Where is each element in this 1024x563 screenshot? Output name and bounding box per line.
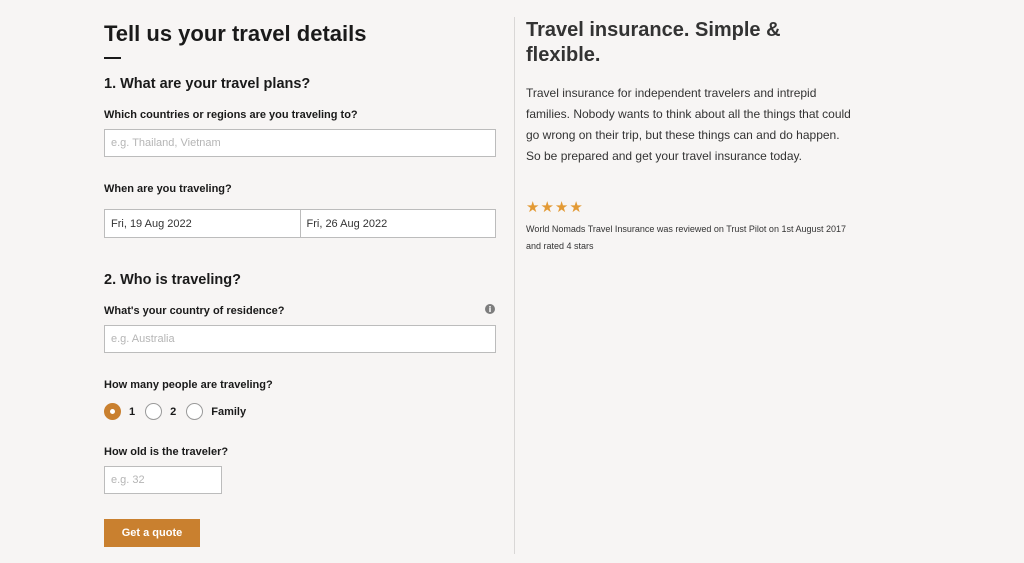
star-icon: ★ — [526, 198, 540, 216]
travel-plans-heading: 1. What are your travel plans? — [104, 76, 311, 92]
column-divider — [514, 17, 515, 554]
radio-unselected-icon[interactable] — [186, 403, 204, 420]
people-count-radio-group: 1 2 Family — [104, 403, 256, 420]
info-icon[interactable]: i — [485, 304, 495, 314]
destinations-input[interactable]: e.g. Thailand, Vietnam — [104, 129, 496, 157]
star-icon: ★ — [554, 198, 569, 216]
start-date-input[interactable]: Fri, 19 Aug 2022 — [104, 209, 301, 238]
radio-option-1[interactable]: 1 — [104, 403, 135, 420]
residence-input[interactable]: e.g. Australia — [104, 325, 496, 353]
age-label: How old is the traveler? — [104, 446, 229, 458]
travelers-heading: 2. Who is traveling? — [104, 272, 241, 288]
star-icon: ★ — [569, 198, 583, 216]
star-rating: ★ ★ ★ ★ — [526, 198, 584, 216]
radio-label: Family — [211, 405, 247, 418]
destinations-label: Which countries or regions are you trave… — [104, 109, 358, 121]
title-underline — [104, 57, 121, 59]
review-note: World Nomads Travel Insurance was review… — [526, 224, 846, 251]
age-input[interactable]: e.g. 32 — [104, 466, 222, 494]
page-title: Tell us your travel details — [104, 21, 367, 46]
end-date-input[interactable]: Fri, 26 Aug 2022 — [300, 209, 496, 238]
date-range: Fri, 19 Aug 2022 Fri, 26 Aug 2022 — [104, 209, 496, 238]
radio-label: 1 — [129, 405, 136, 418]
radio-unselected-icon[interactable] — [145, 403, 163, 420]
people-count-label: How many people are traveling? — [104, 379, 273, 391]
promo-title: Travel insurance. Simple & flexible. — [526, 19, 781, 66]
residence-label: What's your country of residence? — [104, 305, 285, 317]
get-quote-button[interactable]: Get a quote — [104, 519, 200, 547]
radio-label: 2 — [170, 405, 177, 418]
radio-option-2[interactable]: 2 — [145, 403, 176, 420]
radio-selected-icon[interactable] — [104, 403, 121, 420]
dates-label: When are you traveling? — [104, 183, 232, 195]
radio-option-family[interactable]: Family — [186, 403, 246, 420]
promo-body: Travel insurance for independent travele… — [526, 86, 851, 163]
star-icon: ★ — [540, 198, 554, 216]
